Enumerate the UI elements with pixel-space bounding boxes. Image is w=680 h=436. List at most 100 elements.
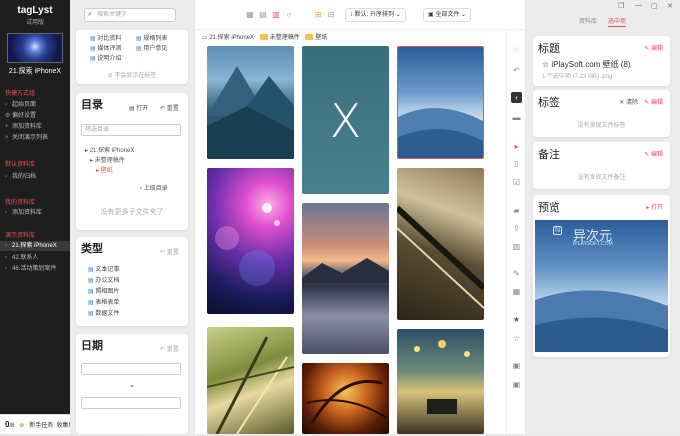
notes-edit-button[interactable]: ✎ 编辑 bbox=[644, 149, 663, 158]
tags-edit-button[interactable]: ✎ 编辑 bbox=[644, 97, 663, 106]
chevron-left-icon: ‹ bbox=[140, 186, 142, 192]
star-filled-icon[interactable]: ★ bbox=[511, 314, 522, 325]
circle-view-icon[interactable]: ○ bbox=[284, 10, 294, 20]
wallpaper-thumbnail[interactable] bbox=[302, 363, 389, 434]
loading-icon[interactable]: ◌ bbox=[511, 44, 522, 55]
tree-node-wallpaper[interactable]: ▸ 壁纸 bbox=[96, 165, 113, 174]
date-start-input[interactable] bbox=[81, 363, 181, 375]
type-label: 数据文件 bbox=[95, 311, 120, 317]
tags-empty: 没有发现文件标签 bbox=[577, 123, 626, 129]
type-item[interactable]: ▤ 文本记事 bbox=[88, 264, 119, 273]
play-icon[interactable]: ▸ bbox=[511, 141, 522, 152]
library-thumbnail[interactable] bbox=[7, 33, 63, 63]
nav-contacts[interactable]: ▫ 42.联系人 bbox=[5, 253, 69, 263]
undo-icon[interactable]: ↶ bbox=[511, 65, 522, 76]
gear-icon: ⚙ bbox=[5, 113, 11, 119]
wallpaper-thumbnail-selected[interactable] bbox=[397, 46, 484, 159]
breadcrumb-item[interactable]: 未整理稿件 bbox=[270, 35, 300, 41]
tags-clear-button[interactable]: ✕ 清除 bbox=[619, 97, 638, 106]
minimize-icon[interactable]: — bbox=[635, 2, 642, 9]
sort-dropdown[interactable]: ↕ 默认: 升序排列 ⌄ bbox=[345, 8, 406, 22]
date-end-input[interactable] bbox=[81, 397, 181, 409]
section-demo-library: 演示资料库 bbox=[5, 233, 36, 239]
title-card: 标题 ✎ 编辑 ☆ iPlaySoft.com 壁纸 (8) 1 个选中项 (7… bbox=[533, 36, 670, 86]
reset-button[interactable]: ↶ 重置 bbox=[160, 103, 179, 112]
edit-label: 编辑 bbox=[650, 152, 663, 158]
tab-library[interactable]: 资料库 bbox=[579, 16, 597, 25]
tree-node-root[interactable]: ▸ 21.探索 iPhoneX bbox=[85, 145, 134, 154]
type-item[interactable]: ▤ 表格表单 bbox=[88, 297, 119, 306]
title-edit-button[interactable]: ✎ 编辑 bbox=[644, 43, 663, 52]
select-all-icon[interactable]: ⊞ bbox=[313, 10, 323, 20]
search-input[interactable]: ⌕ 搜索关键字 bbox=[84, 8, 176, 22]
library-name[interactable]: 21.探索 iPhoneX bbox=[0, 66, 70, 76]
wallpaper-thumbnail[interactable] bbox=[207, 168, 294, 314]
nav-add-my-library[interactable]: ▫ 添加资料库 bbox=[5, 208, 69, 218]
search-icon: ⌕ bbox=[88, 11, 92, 18]
tree-node-unsorted[interactable]: ▸ 未整理稿件 bbox=[90, 155, 125, 164]
list-view-icon[interactable]: ▤ bbox=[258, 10, 268, 20]
nav-event-plan[interactable]: ▫ 46.活动策划案件 bbox=[5, 264, 69, 274]
wallpaper-thumbnail[interactable] bbox=[302, 203, 389, 354]
date-reset-button[interactable]: ↶ 重置 bbox=[160, 344, 179, 353]
nav-start-page[interactable]: ▫ 起始页面 bbox=[5, 100, 69, 110]
nav-my-archive[interactable]: ▫ 我的归档 bbox=[5, 172, 69, 182]
export-icon[interactable]: ⇪ bbox=[511, 223, 522, 234]
image-icon[interactable]: ▣ bbox=[511, 360, 522, 371]
type-item[interactable]: ▤ 照相图片 bbox=[88, 286, 119, 295]
wallpaper-thumbnail[interactable] bbox=[397, 329, 484, 434]
quick-link[interactable]: ▤ 说明介绍 bbox=[90, 53, 121, 62]
table-icon[interactable]: ▦ bbox=[511, 286, 522, 297]
breadcrumb: ▭ 21.探索 iPhoneX 未整理稿件 壁纸 bbox=[202, 32, 327, 41]
truck-icon[interactable]: ▰ bbox=[511, 205, 522, 216]
type-reset-button[interactable]: ↶ 重置 bbox=[160, 247, 179, 256]
folder-icon bbox=[259, 34, 268, 40]
quick-note: ⊘ 不会显示在标签 bbox=[76, 70, 188, 79]
preview-open-button[interactable]: ▸ 打开 bbox=[646, 202, 663, 211]
image-icon[interactable]: ▣ bbox=[511, 379, 522, 390]
breadcrumb-item[interactable]: 壁纸 bbox=[315, 35, 327, 41]
file-name-text: iPlaySoft.com 壁纸 (8) bbox=[551, 60, 631, 69]
quick-link[interactable]: ▤ 对比资料 bbox=[90, 33, 121, 42]
star-outline-icon[interactable]: ☆ bbox=[511, 333, 522, 344]
parent-dir-button[interactable]: ‹ 上级目录 bbox=[140, 183, 168, 192]
directory-card: 目录 ▤ 打开 ↶ 重置 筛选目录 ▸ 21.探索 iPhoneX ▸ 未整理稿… bbox=[76, 93, 188, 230]
folder-icon[interactable]: ▬ bbox=[511, 112, 522, 123]
chevron-left-icon[interactable]: ‹ bbox=[511, 92, 522, 103]
wallpaper-thumbnail[interactable] bbox=[207, 46, 294, 159]
restore-icon[interactable]: ❐ bbox=[618, 2, 624, 10]
star-outline-icon[interactable]: ☆ bbox=[542, 60, 549, 69]
chevron-down-icon[interactable]: ⌄ bbox=[76, 380, 188, 389]
clipboard-icon[interactable]: ▯ bbox=[511, 158, 522, 169]
directory-filter-input[interactable]: 筛选目录 bbox=[81, 124, 181, 136]
pencil-icon[interactable]: ✎ bbox=[511, 268, 522, 279]
scope-dropdown[interactable]: ▣ 全部文件 ⌄ bbox=[423, 8, 472, 22]
open-button[interactable]: ▤ 打开 bbox=[129, 103, 148, 112]
quick-link[interactable]: ▤ 用户意见 bbox=[136, 43, 167, 52]
quick-note-text: 不会显示在标签 bbox=[114, 73, 157, 79]
wallpaper-thumbnail[interactable] bbox=[397, 168, 484, 320]
tab-selected[interactable]: 选中项 bbox=[608, 16, 627, 27]
preview-image[interactable]: N 异次元 IPLAYSOFT.COM bbox=[535, 220, 668, 352]
breadcrumb-item[interactable]: 21.探索 iPhoneX bbox=[209, 35, 254, 41]
nav-close-demo[interactable]: × 关闭演示列表 bbox=[5, 133, 69, 143]
nav-add-library[interactable]: + 添加资料库 bbox=[5, 122, 69, 132]
type-item[interactable]: ▤ 数据文件 bbox=[88, 308, 119, 317]
type-item[interactable]: ▤ 办公文档 bbox=[88, 275, 119, 284]
quick-link[interactable]: ▤ 媒体评测 bbox=[90, 43, 121, 52]
quick-link[interactable]: ▤ 规格列表 bbox=[136, 33, 167, 42]
wallpaper-thumbnail[interactable]: X bbox=[302, 46, 389, 194]
select-none-icon[interactable]: ⊟ bbox=[326, 10, 336, 20]
file-name: ☆ iPlaySoft.com 壁纸 (8) bbox=[542, 59, 631, 70]
grid-view-icon[interactable]: ▦ bbox=[245, 10, 255, 20]
wallpaper-thumbnail[interactable] bbox=[207, 327, 294, 434]
nav-iphonex[interactable]: ▫ 21.探索 iPhoneX bbox=[0, 241, 70, 251]
checklist-icon[interactable]: ☑ bbox=[511, 177, 522, 188]
app-name: tagLyst bbox=[17, 5, 53, 16]
maximize-icon[interactable]: ▢ bbox=[651, 2, 658, 10]
close-icon[interactable]: ✕ bbox=[667, 2, 673, 10]
trash-icon[interactable]: ▥ bbox=[511, 241, 522, 252]
filter-column: ⌕ 搜索关键字 ▤ 对比资料 ▤ 规格列表 ▤ 媒体评测 ▤ 用户意见 ▤ 说明… bbox=[70, 0, 195, 434]
nav-preferences[interactable]: ⚙ 偏好设置 bbox=[5, 111, 69, 121]
masonry-view-icon[interactable]: ▥ bbox=[271, 10, 281, 20]
